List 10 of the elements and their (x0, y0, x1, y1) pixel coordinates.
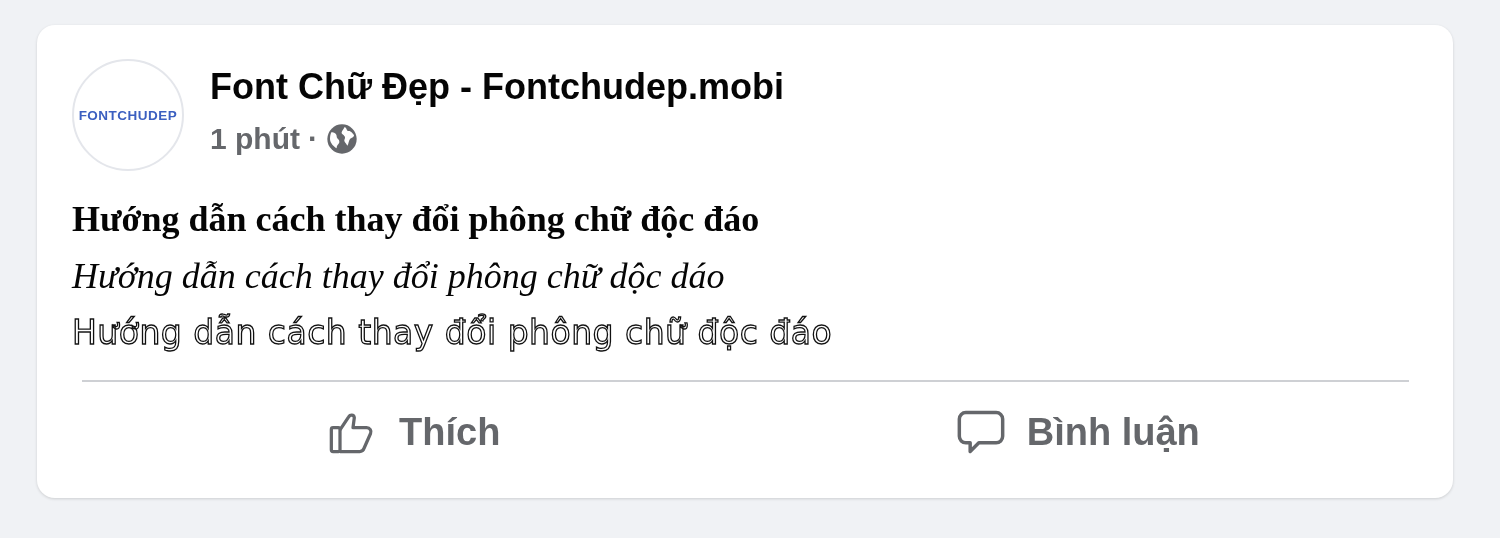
page-name[interactable]: Font Chữ Đẹp - Fontchudep.mobi (210, 66, 784, 108)
post-text: Hướng dẫn cách thay đổi phông chữ độc đáo (72, 312, 833, 354)
avatar[interactable]: FONTCHUDEP (72, 59, 184, 171)
like-button[interactable]: Thích (82, 382, 746, 482)
globe-icon (326, 123, 358, 155)
separator: · (308, 122, 318, 156)
comment-button[interactable]: Bình luận (745, 382, 1409, 482)
post-text: Hướng dẫn cách thay đổi phông chữ dộc dáo (72, 255, 725, 298)
post-time[interactable]: 1 phút (210, 122, 300, 156)
post-text: Hướng dẫn cách thay đổi phông chữ độc đáo (72, 198, 760, 241)
